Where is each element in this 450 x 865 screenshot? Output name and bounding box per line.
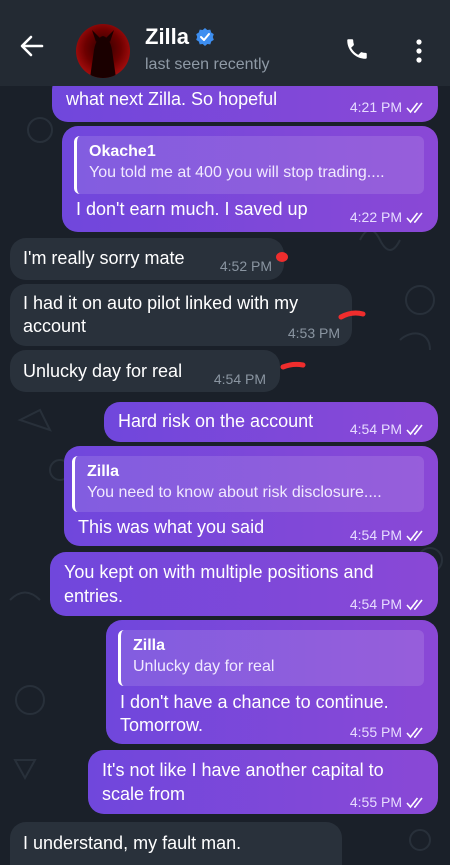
message-text-line: scale from (102, 784, 186, 804)
message-text-line: You kept on with multiple positions and (64, 562, 374, 582)
message-time: 4:54 PM (349, 596, 402, 612)
message-meta: 4:54 PM (350, 524, 428, 547)
message-bubble-incoming[interactable]: I'm really sorry mate 4:52 PM (10, 238, 284, 280)
reply-quote[interactable]: Zilla Unlucky day for real (118, 630, 424, 686)
double-check-icon (406, 530, 423, 541)
message-meta: 4:52 PM (220, 255, 272, 278)
last-seen-status: last seen recently (145, 56, 270, 73)
message-time: 4:54 PM (349, 421, 402, 437)
message-meta: 4:53 PM (288, 322, 340, 345)
double-check-icon (406, 599, 423, 610)
message-bubble-incoming[interactable]: I had it on auto pilot linked with my ac… (10, 284, 352, 346)
reply-text: You need to know about risk disclosure..… (87, 484, 382, 501)
message-bubble-outgoing[interactable]: It's not like I have another capital to … (88, 750, 438, 814)
message-text-line: entries. (64, 586, 124, 606)
message-text-line: I had it on auto pilot linked with my (23, 293, 299, 313)
message-text: Hard risk on the account (118, 411, 314, 431)
reply-text: Unlucky day for real (133, 658, 275, 675)
arrow-left-icon[interactable] (18, 32, 46, 60)
message-text: what next Zilla. So hopeful (66, 89, 278, 109)
message-bubble-outgoing[interactable]: Zilla You need to know about risk disclo… (64, 446, 438, 546)
message-text: This was what you said (78, 517, 265, 537)
message-meta: 4:54 PM (350, 418, 428, 441)
phone-icon[interactable] (344, 36, 370, 62)
more-vertical-icon[interactable] (410, 38, 428, 64)
double-check-icon (406, 424, 423, 435)
message-bubble-outgoing[interactable]: Okache1 You told me at 400 you will stop… (62, 126, 438, 232)
message-time: 4:55 PM (349, 724, 402, 740)
contact-name[interactable]: Zilla (145, 24, 189, 50)
message-meta: 4:54 PM (214, 368, 266, 391)
message-time: 4:22 PM (349, 209, 402, 225)
message-bubble-outgoing[interactable]: You kept on with multiple positions and … (50, 552, 438, 616)
message-meta: 4:54 PM (350, 593, 428, 616)
message-meta: 4:55 PM (350, 791, 428, 814)
message-meta: 4:21 PM (350, 96, 428, 119)
message-meta: 4:55 PM (350, 721, 428, 744)
red-annotation-mark (280, 361, 306, 370)
chat-header: Zilla last seen recently (0, 0, 450, 86)
reply-author: Okache1 (89, 143, 156, 160)
message-text: Unlucky day for real (23, 361, 183, 381)
avatar[interactable] (76, 24, 130, 78)
message-bubble-outgoing[interactable]: Hard risk on the account 4:54 PM (104, 402, 438, 442)
message-text: I'm really sorry mate (23, 248, 185, 268)
message-bubble-incoming[interactable]: Unlucky day for real 4:54 PM (10, 350, 280, 392)
message-text-line: I don't have a chance to continue. (120, 692, 389, 712)
message-time: 4:54 PM (213, 371, 266, 387)
double-check-icon (406, 727, 423, 738)
message-text: I don't earn much. I saved up (76, 199, 308, 219)
message-time: 4:21 PM (349, 99, 402, 115)
double-check-icon (406, 797, 423, 808)
message-text-line: account (23, 316, 87, 336)
message-meta: 4:22 PM (350, 206, 428, 229)
reply-author: Zilla (87, 463, 120, 480)
message-time: 4:52 PM (219, 258, 272, 274)
red-annotation-mark (276, 252, 288, 262)
message-text-line: Tomorrow. (120, 715, 204, 735)
message-time: 4:55 PM (349, 794, 402, 810)
reply-text: You told me at 400 you will stop trading… (89, 164, 385, 181)
reply-author: Zilla (133, 637, 166, 654)
double-check-icon (406, 212, 423, 223)
message-text-line: It's not like I have another capital to (102, 760, 384, 780)
reply-quote[interactable]: Okache1 You told me at 400 you will stop… (74, 136, 424, 194)
message-text: I understand, my fault man. (23, 833, 242, 853)
message-bubble-incoming[interactable]: I understand, my fault man. (10, 822, 342, 865)
verified-badge-icon (196, 28, 214, 46)
message-time: 4:53 PM (287, 325, 340, 341)
message-bubble-outgoing[interactable]: Zilla Unlucky day for real I don't have … (106, 620, 438, 744)
red-annotation-mark (338, 310, 366, 320)
message-time: 4:54 PM (349, 527, 402, 543)
double-check-icon (406, 102, 423, 113)
reply-quote[interactable]: Zilla You need to know about risk disclo… (72, 456, 424, 512)
